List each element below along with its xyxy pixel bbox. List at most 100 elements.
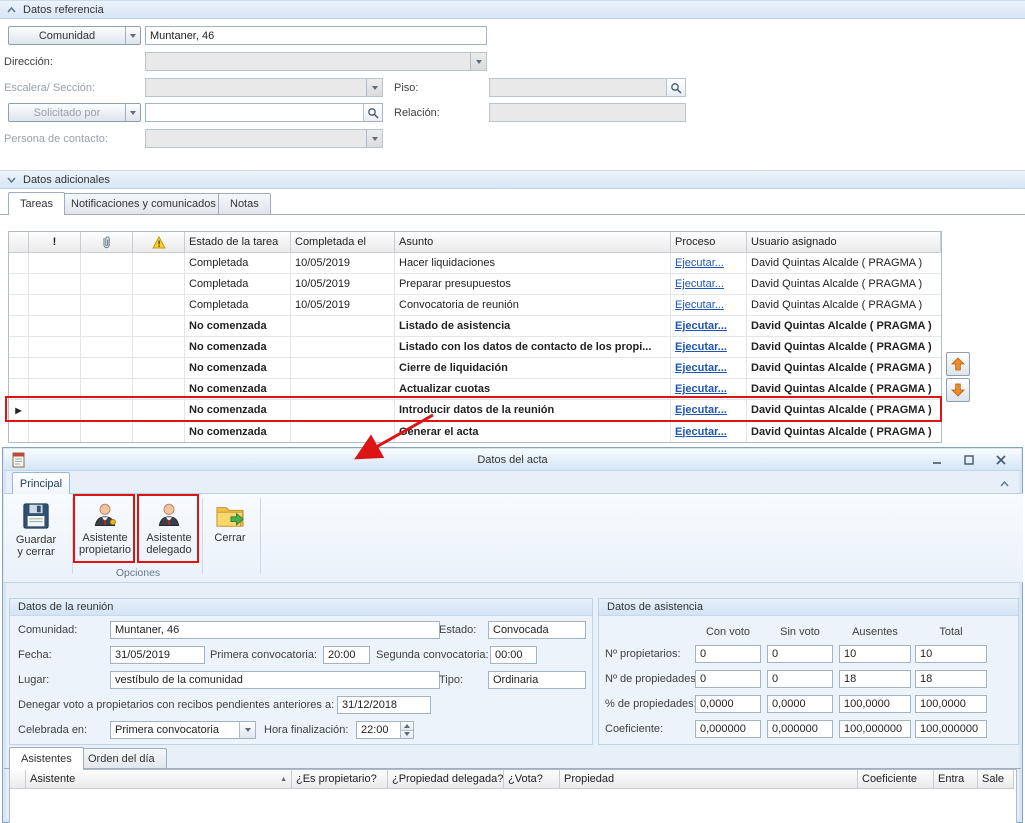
value-input[interactable] <box>768 721 832 737</box>
prop-con-voto-field[interactable] <box>695 645 761 663</box>
table-row[interactable]: No comenzada Listado de asistencia Ejecu… <box>9 316 941 337</box>
tab-notificaciones[interactable]: Notificaciones y comunicados <box>59 193 228 214</box>
ejecutar-link[interactable]: Ejecutar... <box>675 404 727 416</box>
move-down-button[interactable] <box>946 378 970 402</box>
value-input[interactable] <box>916 696 986 712</box>
ejecutar-link[interactable]: Ejecutar... <box>675 362 727 374</box>
table-row-selected[interactable]: ▶ No comenzada Introducir datos de la re… <box>9 400 941 421</box>
search-icon[interactable] <box>363 104 382 121</box>
prop-total-field[interactable] <box>915 645 987 663</box>
value-input[interactable] <box>768 646 832 662</box>
dialog-titlebar[interactable]: Datos del acta <box>4 449 1021 471</box>
primera-input[interactable] <box>324 647 369 663</box>
tab-asistentes[interactable]: Asistentes <box>9 747 84 770</box>
column-header-coeficiente[interactable]: Coeficiente <box>858 770 934 789</box>
column-header-propiedad-delegada[interactable]: ¿Propiedad delegada? <box>388 770 504 789</box>
ejecutar-link[interactable]: Ejecutar... <box>675 383 727 395</box>
coef-total-field[interactable] <box>915 720 987 738</box>
value-input[interactable] <box>840 721 910 737</box>
table-row[interactable]: No comenzada Generar el acta Ejecutar...… <box>9 421 941 442</box>
pdes-ausentes-field[interactable] <box>839 670 911 688</box>
maximize-button[interactable] <box>959 452 979 468</box>
column-header-vota[interactable]: ¿Vota? <box>504 770 560 789</box>
solicitado-field[interactable] <box>145 103 383 122</box>
close-button[interactable] <box>991 452 1011 468</box>
move-up-button[interactable] <box>946 352 970 376</box>
segunda-input[interactable] <box>491 647 536 663</box>
column-header-es-propietario[interactable]: ¿Es propietario? <box>292 770 388 789</box>
value-input[interactable] <box>840 646 910 662</box>
lugar-input[interactable] <box>111 672 439 688</box>
value-input[interactable] <box>840 696 910 712</box>
ejecutar-link[interactable]: Ejecutar... <box>675 278 724 290</box>
tab-orden-del-dia[interactable]: Orden del día <box>76 748 167 769</box>
fecha-input[interactable] <box>111 647 204 663</box>
ribbon-collapse-button[interactable] <box>995 476 1013 492</box>
chevron-down-icon[interactable] <box>239 722 255 738</box>
ejecutar-link[interactable]: Ejecutar... <box>675 257 724 269</box>
lugar-field[interactable] <box>110 671 440 689</box>
column-header-sale[interactable]: Sale <box>978 770 1014 789</box>
coef-ausentes-field[interactable] <box>839 720 911 738</box>
estado-input[interactable] <box>489 622 585 638</box>
prop-sin-voto-field[interactable] <box>767 645 833 663</box>
guardar-y-cerrar-button[interactable]: Guardar y cerrar <box>10 498 62 558</box>
comunidad-field[interactable] <box>110 621 440 639</box>
hora-finalizacion-input[interactable] <box>357 722 400 738</box>
value-input[interactable] <box>696 696 760 712</box>
column-header-usuario[interactable]: Usuario asignado <box>747 232 941 253</box>
search-icon[interactable] <box>666 79 685 96</box>
table-row[interactable]: No comenzada Actualizar cuotas Ejecutar.… <box>9 379 941 400</box>
value-input[interactable] <box>840 671 910 687</box>
pdes-con-voto-field[interactable] <box>695 670 761 688</box>
value-input[interactable] <box>916 721 986 737</box>
comunidad-field[interactable] <box>145 26 487 45</box>
ejecutar-link[interactable]: Ejecutar... <box>675 320 727 332</box>
value-input[interactable] <box>696 646 760 662</box>
ejecutar-link[interactable]: Ejecutar... <box>675 341 727 353</box>
table-row[interactable]: Completada 10/05/2019 Preparar presupues… <box>9 274 941 295</box>
pct-total-field[interactable] <box>915 695 987 713</box>
comunidad-button[interactable]: Comunidad <box>8 26 141 45</box>
ejecutar-link[interactable]: Ejecutar... <box>675 299 724 311</box>
celebrada-en-combo[interactable] <box>110 721 256 739</box>
solicitado-input[interactable] <box>146 104 363 121</box>
value-input[interactable] <box>916 671 986 687</box>
denegar-fecha-field[interactable] <box>337 696 431 714</box>
tab-principal[interactable]: Principal <box>12 472 70 494</box>
segunda-convocatoria-field[interactable] <box>490 646 537 664</box>
tab-notas[interactable]: Notas <box>218 193 271 214</box>
prop-ausentes-field[interactable] <box>839 645 911 663</box>
panel-header-datos-referencia[interactable]: Datos referencia <box>0 0 1025 19</box>
tipo-input[interactable] <box>489 672 585 688</box>
primera-convocatoria-field[interactable] <box>323 646 370 664</box>
tipo-field[interactable] <box>488 671 586 689</box>
priority-column-header[interactable]: ! <box>29 232 81 253</box>
pct-sin-voto-field[interactable] <box>767 695 833 713</box>
asistente-delegado-button[interactable]: Asistente delegado <box>140 498 198 556</box>
table-row[interactable]: No comenzada Listado con los datos de co… <box>9 337 941 358</box>
coef-sin-voto-field[interactable] <box>767 720 833 738</box>
column-header-propiedad[interactable]: Propiedad <box>560 770 858 789</box>
pdes-total-field[interactable] <box>915 670 987 688</box>
fecha-field[interactable] <box>110 646 205 664</box>
column-header-estado[interactable]: Estado de la tarea <box>185 232 291 253</box>
celebrada-en-input[interactable] <box>111 722 239 738</box>
solicitado-por-button[interactable]: Solicitado por <box>8 103 141 122</box>
value-input[interactable] <box>696 721 760 737</box>
asistentes-table-body-empty[interactable] <box>10 789 1016 823</box>
value-input[interactable] <box>768 671 832 687</box>
comunidad-input[interactable] <box>146 27 486 44</box>
minimize-button[interactable] <box>927 452 947 468</box>
column-header-asistente[interactable]: Asistente ▲ <box>26 770 292 789</box>
table-row[interactable]: Completada 10/05/2019 Convocatoria de re… <box>9 295 941 316</box>
coef-con-voto-field[interactable] <box>695 720 761 738</box>
estado-field[interactable] <box>488 621 586 639</box>
pct-ausentes-field[interactable] <box>839 695 911 713</box>
column-header-completada[interactable]: Completada el <box>291 232 395 253</box>
pdes-sin-voto-field[interactable] <box>767 670 833 688</box>
table-row[interactable]: Completada 10/05/2019 Hacer liquidacione… <box>9 253 941 274</box>
value-input[interactable] <box>768 696 832 712</box>
pct-con-voto-field[interactable] <box>695 695 761 713</box>
denegar-fecha-input[interactable] <box>338 697 430 713</box>
